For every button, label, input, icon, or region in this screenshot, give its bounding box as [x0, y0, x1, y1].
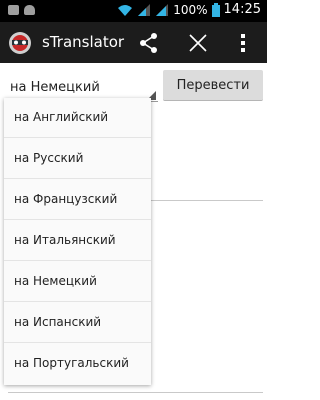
battery-percent: 100%: [173, 2, 208, 17]
dropdown-option-label: на Русский: [14, 151, 84, 165]
app-logo-icon[interactable]: [8, 31, 32, 55]
dropdown-option-label: на Немецкий: [14, 274, 97, 288]
dropdown-option-label: на Итальянский: [14, 233, 116, 247]
signal-icon: [156, 3, 169, 16]
system-indicators: 100% 14:25: [117, 2, 261, 17]
app-title: sTranslator: [42, 33, 125, 51]
language-dropdown: на Английский на Русский на Французский …: [4, 98, 151, 385]
wifi-icon: [118, 4, 133, 16]
close-icon[interactable]: [186, 31, 210, 55]
translator-form: на Немецкий Перевести на Английский на Р…: [0, 63, 267, 400]
image-notification-icon: [8, 5, 19, 15]
dropdown-option-italian[interactable]: на Итальянский: [4, 221, 151, 261]
dropdown-option-label: на Английский: [14, 110, 109, 124]
action-bar: sTranslator: [0, 22, 267, 63]
battery-icon: [211, 2, 220, 17]
dropdown-option-french[interactable]: на Французский: [4, 180, 151, 220]
status-bar: 100% 14:25: [0, 0, 267, 22]
more-vert-icon[interactable]: [231, 31, 255, 55]
dropdown-option-label: на Португальский: [14, 356, 129, 370]
dropdown-option-german[interactable]: на Немецкий: [4, 262, 151, 302]
android-notification-icon: [24, 5, 35, 15]
output-text-field[interactable]: [8, 392, 263, 393]
dropdown-option-russian[interactable]: на Русский: [4, 139, 151, 179]
notification-icons: [8, 5, 35, 15]
dropdown-option-portuguese[interactable]: на Португальский: [4, 344, 151, 384]
dropdown-option-english[interactable]: на Английский: [4, 98, 151, 138]
dropdown-option-label: на Испанский: [14, 315, 102, 329]
share-icon[interactable]: [137, 31, 161, 55]
dropdown-option-spanish[interactable]: на Испанский: [4, 303, 151, 343]
selected-language: на Немецкий: [10, 80, 100, 95]
signal-icon: [138, 3, 151, 16]
clock: 14:25: [223, 2, 261, 17]
translate-button[interactable]: Перевести: [163, 70, 263, 101]
dropdown-option-label: на Французский: [14, 192, 118, 206]
